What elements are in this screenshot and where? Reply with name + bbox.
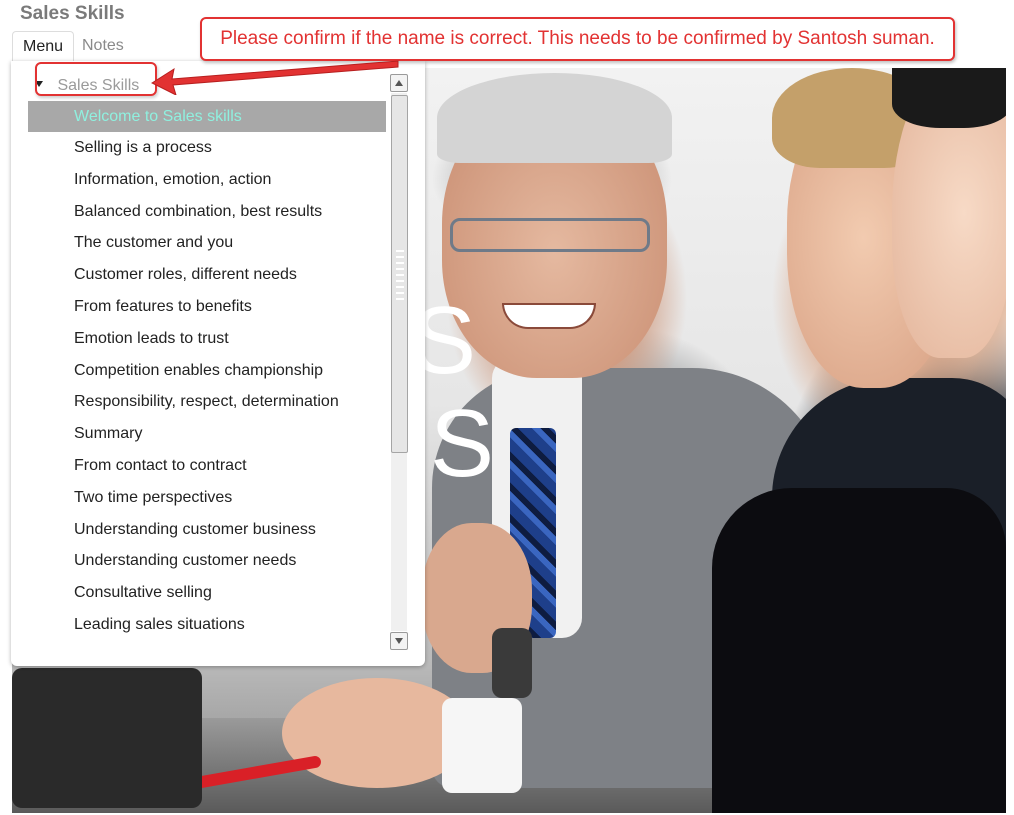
grip-line [396, 292, 404, 294]
menu-item[interactable]: Selling is a process [28, 132, 386, 164]
menu-item[interactable]: Two time perspectives [28, 482, 386, 514]
menu-item[interactable]: Understanding customer needs [28, 545, 386, 577]
grip-line [396, 262, 404, 264]
arrow-down-icon [395, 638, 403, 644]
menu-item[interactable]: Summary [28, 418, 386, 450]
dark-object-left [12, 668, 202, 808]
menu-scrollbar[interactable] [390, 74, 408, 650]
menu-item[interactable]: From features to benefits [28, 291, 386, 323]
scroll-down-button[interactable] [390, 632, 408, 650]
tab-menu[interactable]: Menu [12, 31, 75, 62]
menu-item[interactable]: Leading sales situations [28, 609, 386, 641]
grip-line [396, 286, 404, 288]
menu-item[interactable]: Emotion leads to trust [28, 323, 386, 355]
grip-line [396, 274, 404, 276]
menu-item[interactable]: Understanding customer business [28, 514, 386, 546]
app-title: Sales Skills [20, 3, 125, 24]
smile [502, 303, 596, 329]
menu-item[interactable]: Consultative selling [28, 577, 386, 609]
annotation-arrow-icon [150, 60, 399, 95]
grip-line [396, 256, 404, 258]
glasses [450, 218, 650, 252]
grip-line [396, 268, 404, 270]
menu-item[interactable]: From contact to contract [28, 450, 386, 482]
tab-notes[interactable]: Notes [72, 31, 134, 61]
annotation-highlight-box [35, 62, 157, 96]
grip-line [396, 298, 404, 300]
jacket-black [712, 488, 1006, 813]
menu-item[interactable]: Balanced combination, best results [28, 196, 386, 228]
menu-item-welcome[interactable]: Welcome to Sales skills [28, 101, 386, 132]
menu-item[interactable]: Responsibility, respect, determination [28, 386, 386, 418]
shirt-cuff [442, 698, 522, 793]
hero-title-letter: S [430, 390, 495, 497]
grip-line [396, 280, 404, 282]
wristwatch [492, 628, 532, 698]
menu-item[interactable]: Information, emotion, action [28, 164, 386, 196]
menu-item[interactable]: Competition enables championship [28, 355, 386, 387]
scrollbar-thumb[interactable] [391, 95, 408, 453]
hair-grey [437, 73, 672, 163]
menu-item[interactable]: The customer and you [28, 227, 386, 259]
menu-item[interactable]: Customer roles, different needs [28, 259, 386, 291]
menu-list: Welcome to Sales skills Selling is a pro… [28, 101, 386, 641]
menu-list-viewport: Welcome to Sales skills Selling is a pro… [28, 101, 386, 651]
grip-line [396, 250, 404, 252]
hair-black [892, 68, 1006, 128]
